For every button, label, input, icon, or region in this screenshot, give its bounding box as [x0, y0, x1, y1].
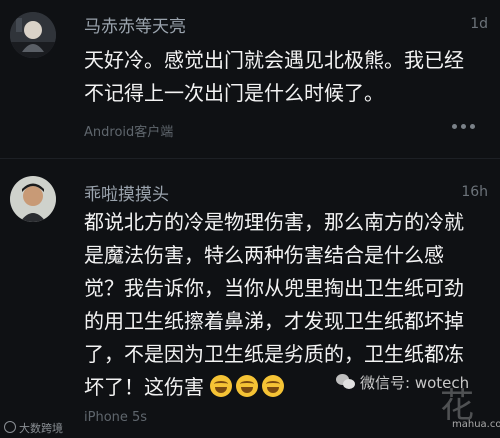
comment-line: 觉？我告诉你，当你从兜里掏出卫生纸可劲	[84, 276, 464, 300]
device-label: iPhone 5s	[84, 410, 148, 425]
comment-line: 是魔法伤害，特么两种伤害结合是什么感	[84, 243, 444, 267]
laughing-emoji-icon	[210, 375, 233, 397]
watermark-text: 大数跨境	[19, 422, 63, 435]
watermark-bottom-left: 大数跨境	[4, 420, 63, 436]
laughing-emoji-icon	[236, 375, 259, 397]
timestamp: 16h	[461, 184, 488, 200]
comment-line: 了，不是因为卫生纸是劣质的，卫生纸都冻	[84, 342, 464, 366]
wechat-icon	[336, 374, 356, 390]
comment-line: 都说北方的冷是物理伤害，那么南方的冷就	[84, 210, 464, 234]
watermark-logo-icon	[4, 421, 16, 433]
comment-line: 的用卫生纸擦着鼻涕，才发现卫生纸都坏掉	[84, 309, 464, 333]
comment-line: 坏了！这伤害	[84, 375, 204, 399]
user-avatar-image	[10, 176, 56, 222]
site-url-watermark: mahua.com	[452, 419, 500, 430]
avatar[interactable]	[10, 176, 56, 222]
username[interactable]: 乖啦摸摸头	[84, 180, 169, 205]
laughing-emoji-icon	[262, 375, 285, 397]
